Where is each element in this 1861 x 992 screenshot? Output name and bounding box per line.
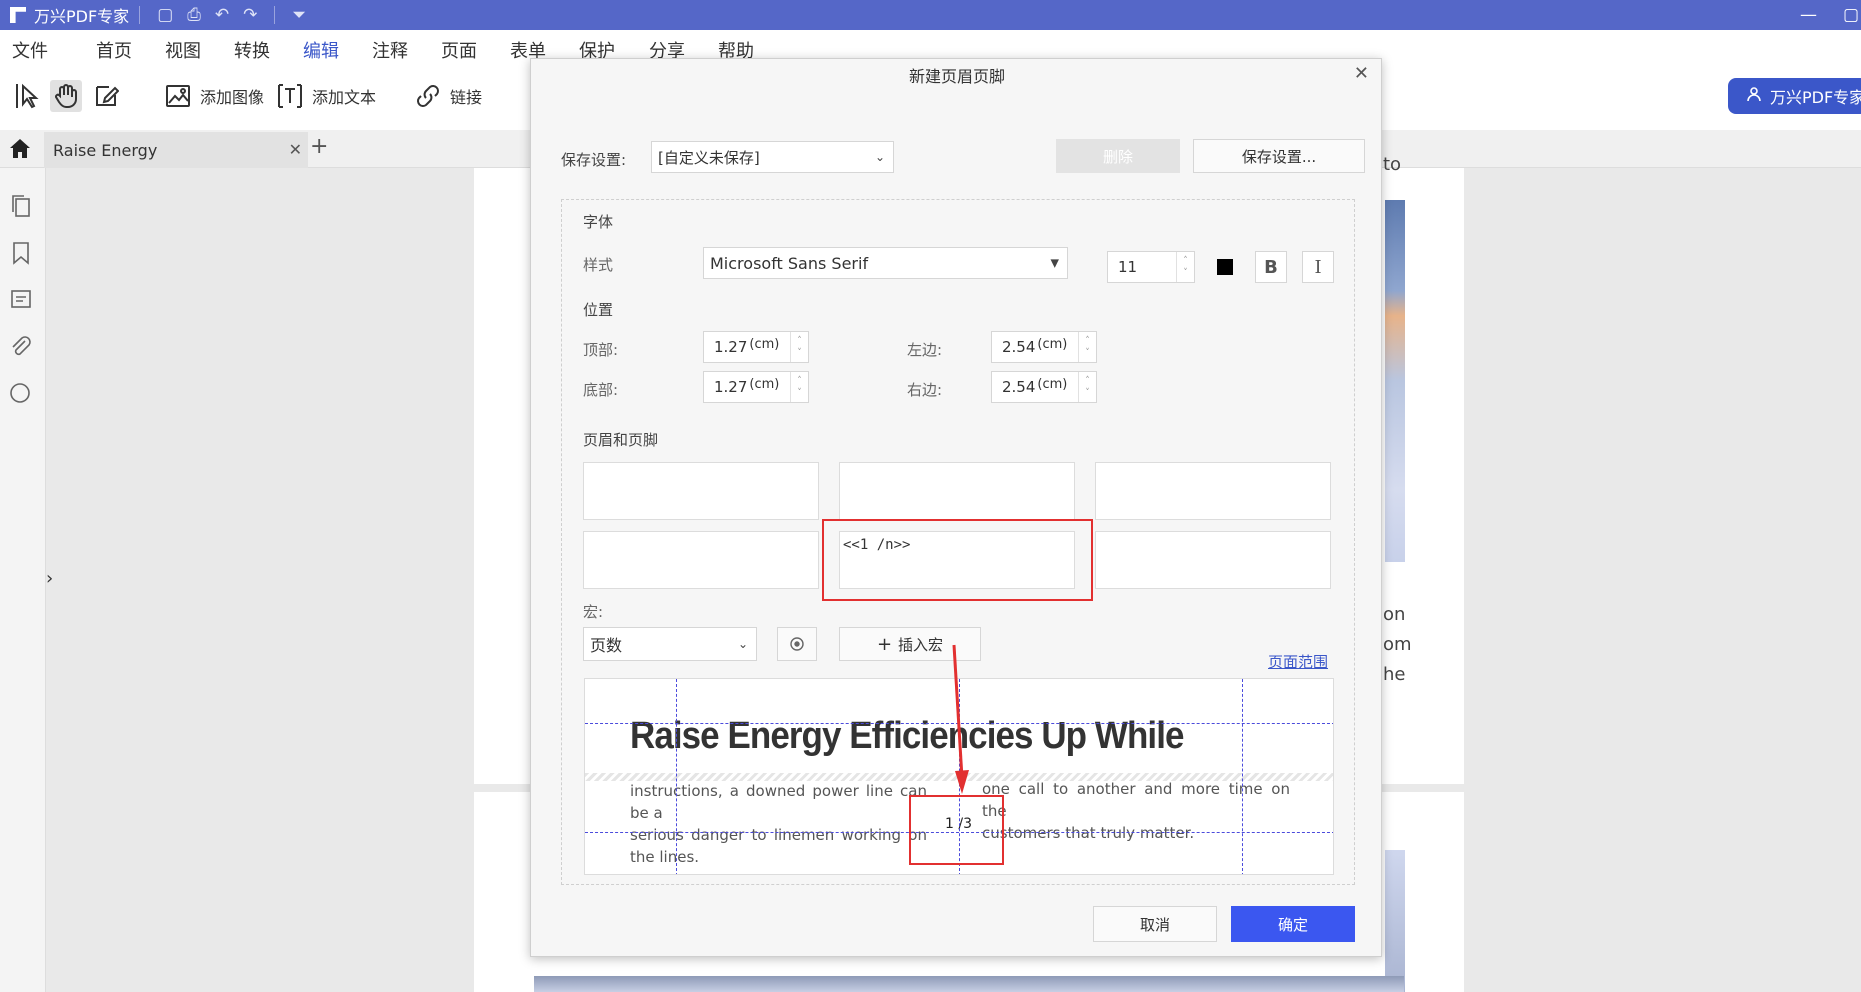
add-text-button[interactable]: 添加文本: [274, 80, 376, 112]
hand-tool[interactable]: [50, 80, 82, 112]
redo-icon[interactable]: ↷: [243, 5, 257, 25]
document-tab-label: Raise Energy: [53, 140, 158, 160]
ok-label: 确定: [1277, 915, 1308, 934]
menu-home[interactable]: 首页: [96, 37, 132, 63]
user-account-button[interactable]: 万兴PDF专家: [1728, 78, 1861, 114]
select-tool[interactable]: [10, 80, 42, 112]
minimize-icon[interactable]: —: [1800, 0, 1817, 30]
add-image-label: 添加图像: [200, 88, 265, 107]
left-side-panel: [0, 168, 46, 992]
undo-icon[interactable]: ↶: [215, 5, 229, 25]
close-tab-icon[interactable]: ✕: [289, 140, 302, 159]
save-icon[interactable]: ▢: [157, 5, 173, 25]
user-label: 万兴PDF专家: [1770, 88, 1861, 107]
link-icon: [412, 80, 444, 112]
add-text-label: 添加文本: [312, 88, 377, 107]
annotation-arrow: [952, 644, 969, 794]
add-image-button[interactable]: 添加图像: [162, 80, 264, 112]
home-icon[interactable]: [8, 137, 32, 163]
bookmark-icon[interactable]: [9, 241, 33, 265]
app-title: 万兴PDF专家: [34, 7, 130, 26]
title-bar: 万兴PDF专家 ▢ ⎙ ↶ ↷ ⏷ — ▢: [0, 0, 1861, 30]
page-image: [534, 976, 1404, 992]
menu-page[interactable]: 页面: [441, 37, 477, 63]
edit-icon: [90, 80, 122, 112]
link-label: 链接: [450, 88, 483, 107]
user-icon: [1746, 86, 1762, 106]
menu-convert[interactable]: 转换: [234, 37, 270, 63]
cancel-button[interactable]: 取消: [1093, 906, 1217, 942]
divider: [139, 6, 141, 24]
customize-dropdown-icon[interactable]: ⏷: [292, 5, 306, 25]
cancel-label: 取消: [1139, 915, 1170, 934]
image-icon: [162, 80, 194, 112]
page-text-fragment: he: [1383, 664, 1406, 685]
text-box-icon: [274, 80, 306, 112]
pages-icon[interactable]: [9, 194, 33, 218]
page-text-fragment: om: [1383, 634, 1412, 655]
page-image: [1385, 200, 1405, 562]
header-footer-dialog: 新建页眉页脚 ✕ 保存设置: [自定义未保存] ⌄ 删除 保存设置... 字体 …: [530, 58, 1382, 957]
document-tab[interactable]: Raise Energy ✕: [44, 132, 308, 168]
edit-tool[interactable]: [90, 80, 122, 112]
page-text-fragment: on: [1383, 604, 1406, 625]
expand-panel-icon[interactable]: ›: [46, 568, 53, 589]
link-button[interactable]: 链接: [412, 80, 482, 112]
page-image: [1385, 850, 1405, 992]
menu-edit[interactable]: 编辑: [303, 37, 339, 69]
app-logo-icon: [10, 7, 26, 23]
menu-comment[interactable]: 注释: [372, 37, 408, 63]
maximize-icon[interactable]: ▢: [1843, 0, 1859, 30]
search-icon[interactable]: [9, 382, 33, 406]
page-text-fragment: to: [1383, 154, 1402, 175]
menu-file[interactable]: 文件: [12, 37, 48, 63]
new-tab-icon[interactable]: +: [310, 134, 328, 159]
print-icon[interactable]: ⎙: [187, 5, 201, 25]
comment-icon[interactable]: [9, 288, 33, 312]
attachment-icon[interactable]: [9, 335, 33, 359]
ok-button[interactable]: 确定: [1231, 906, 1355, 942]
cursor-icon: [10, 80, 42, 112]
hand-icon: [50, 80, 82, 112]
menu-view[interactable]: 视图: [165, 37, 201, 63]
divider: [274, 6, 276, 24]
